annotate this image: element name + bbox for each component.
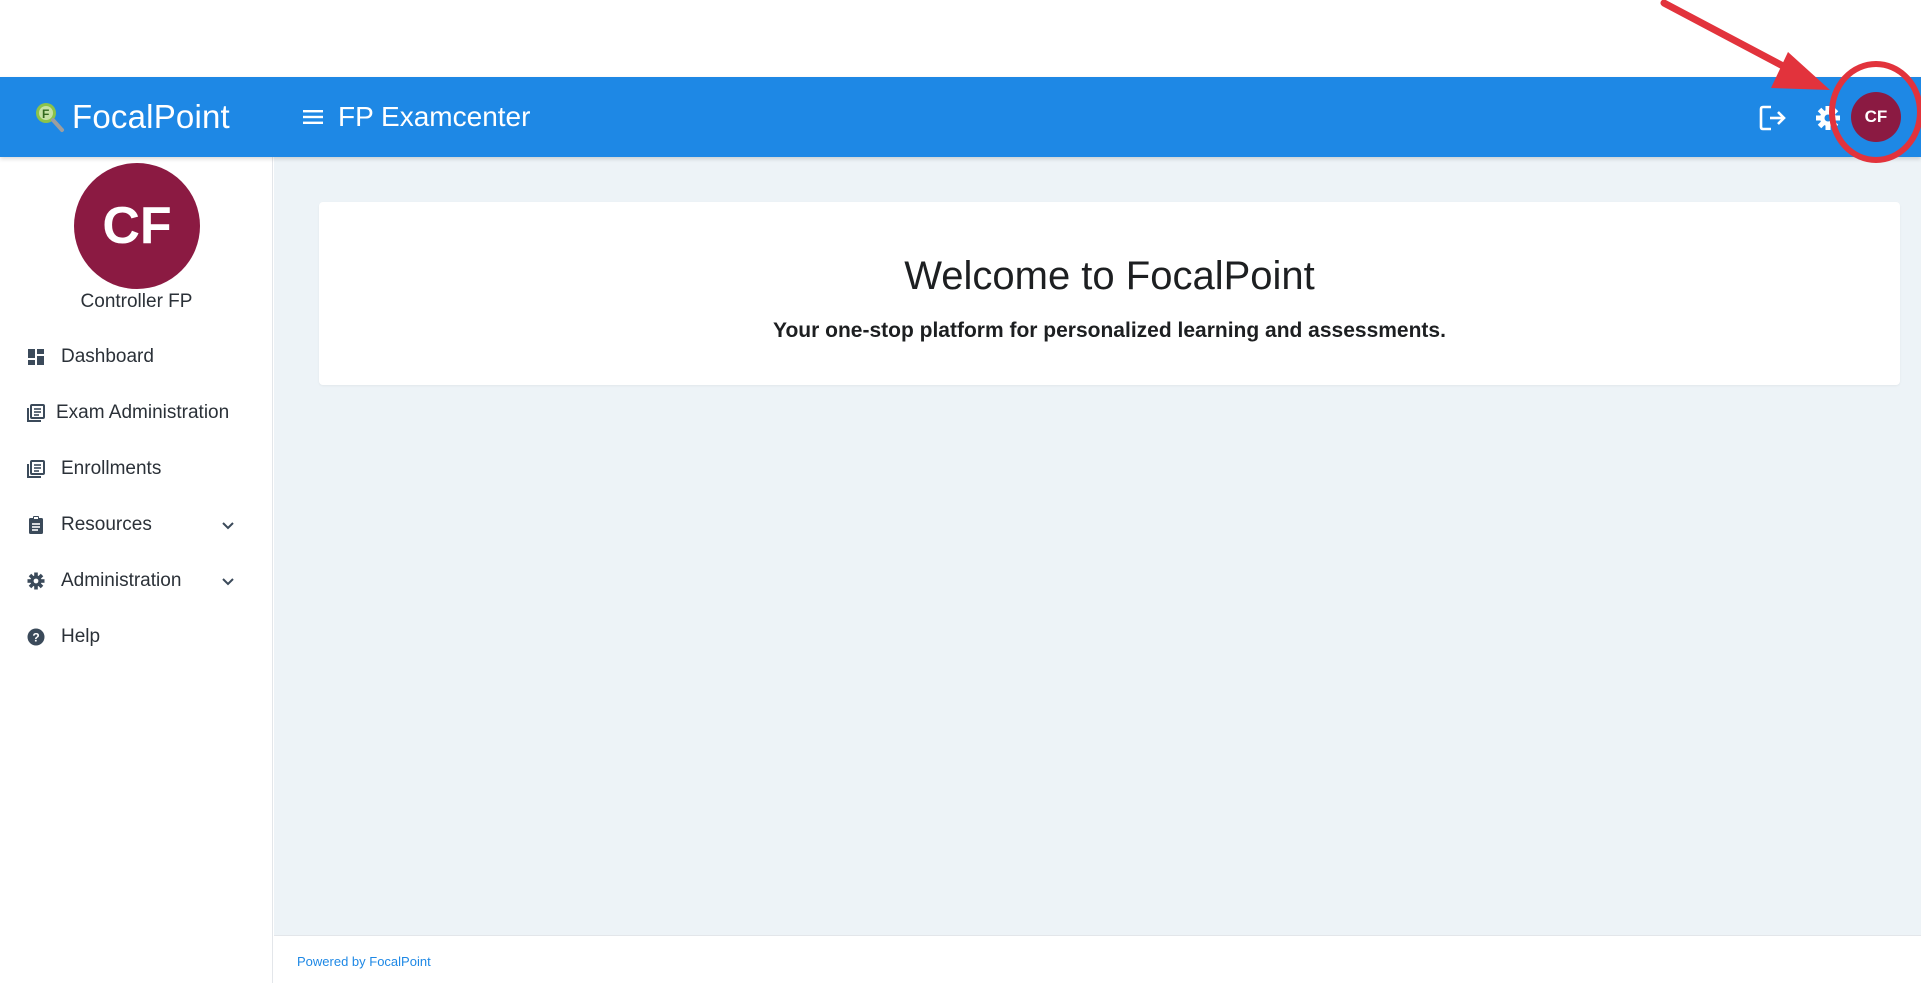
chevron-down-icon[interactable] <box>219 516 237 534</box>
sidebar-item-help[interactable]: ? Help <box>0 609 273 665</box>
logout-icon[interactable] <box>1759 104 1789 132</box>
dashboard-icon <box>26 347 46 367</box>
sidebar-item-label: Help <box>61 626 101 647</box>
gear-icon <box>26 571 46 591</box>
sidebar-item-enrollments[interactable]: Enrollments <box>0 441 273 497</box>
menu-icon <box>303 110 323 124</box>
sidebar-nav: Dashboard Exam Administration Enrollment… <box>0 329 273 665</box>
welcome-card: Welcome to FocalPoint Your one-stop plat… <box>319 202 1900 385</box>
book-icon <box>26 403 46 423</box>
sidebar-item-exam-administration[interactable]: Exam Administration <box>0 385 273 441</box>
app-bar: F FocalPoint FP Examcenter CF <box>0 77 1921 157</box>
svg-text:?: ? <box>32 631 39 645</box>
sidebar-item-label: Exam Administration <box>56 402 230 423</box>
sidebar-item-resources[interactable]: Resources <box>0 497 273 553</box>
profile-avatar: CF <box>74 163 200 289</box>
sidebar-item-label: Dashboard <box>61 346 154 367</box>
brand-name: FocalPoint <box>72 98 230 135</box>
settings-gear-icon[interactable] <box>1815 104 1841 132</box>
focalpoint-logo-icon: F <box>36 103 64 132</box>
welcome-title: Welcome to FocalPoint <box>904 254 1315 298</box>
main-content: Welcome to FocalPoint Your one-stop plat… <box>274 157 1921 935</box>
sidebar-item-dashboard[interactable]: Dashboard <box>0 329 273 385</box>
sidebar-item-administration[interactable]: Administration <box>0 553 273 609</box>
footer: Powered by FocalPoint <box>274 935 1921 983</box>
help-icon: ? <box>26 627 46 647</box>
sidebar: CF Controller FP Dashboard Exam Administ… <box>0 157 273 983</box>
sidebar-item-label: Administration <box>61 570 182 591</box>
app-title: FP Examcenter <box>338 101 531 132</box>
welcome-subtitle: Your one-stop platform for personalized … <box>773 319 1446 342</box>
user-avatar-button[interactable]: CF <box>1851 92 1901 142</box>
page: F FocalPoint FP Examcenter CF CF Control… <box>0 0 1921 983</box>
powered-by-link[interactable]: Powered by FocalPoint <box>297 954 431 969</box>
top-whitespace <box>0 0 1921 77</box>
sidebar-item-label: Enrollments <box>61 458 162 479</box>
clipboard-icon <box>26 515 46 535</box>
chevron-down-icon[interactable] <box>219 572 237 590</box>
svg-text:F: F <box>42 107 49 121</box>
profile-name: Controller FP <box>80 291 193 312</box>
book-icon <box>26 459 46 479</box>
brand[interactable]: F FocalPoint <box>32 77 230 157</box>
menu-toggle-button[interactable] <box>300 103 326 131</box>
sidebar-item-label: Resources <box>61 514 152 535</box>
